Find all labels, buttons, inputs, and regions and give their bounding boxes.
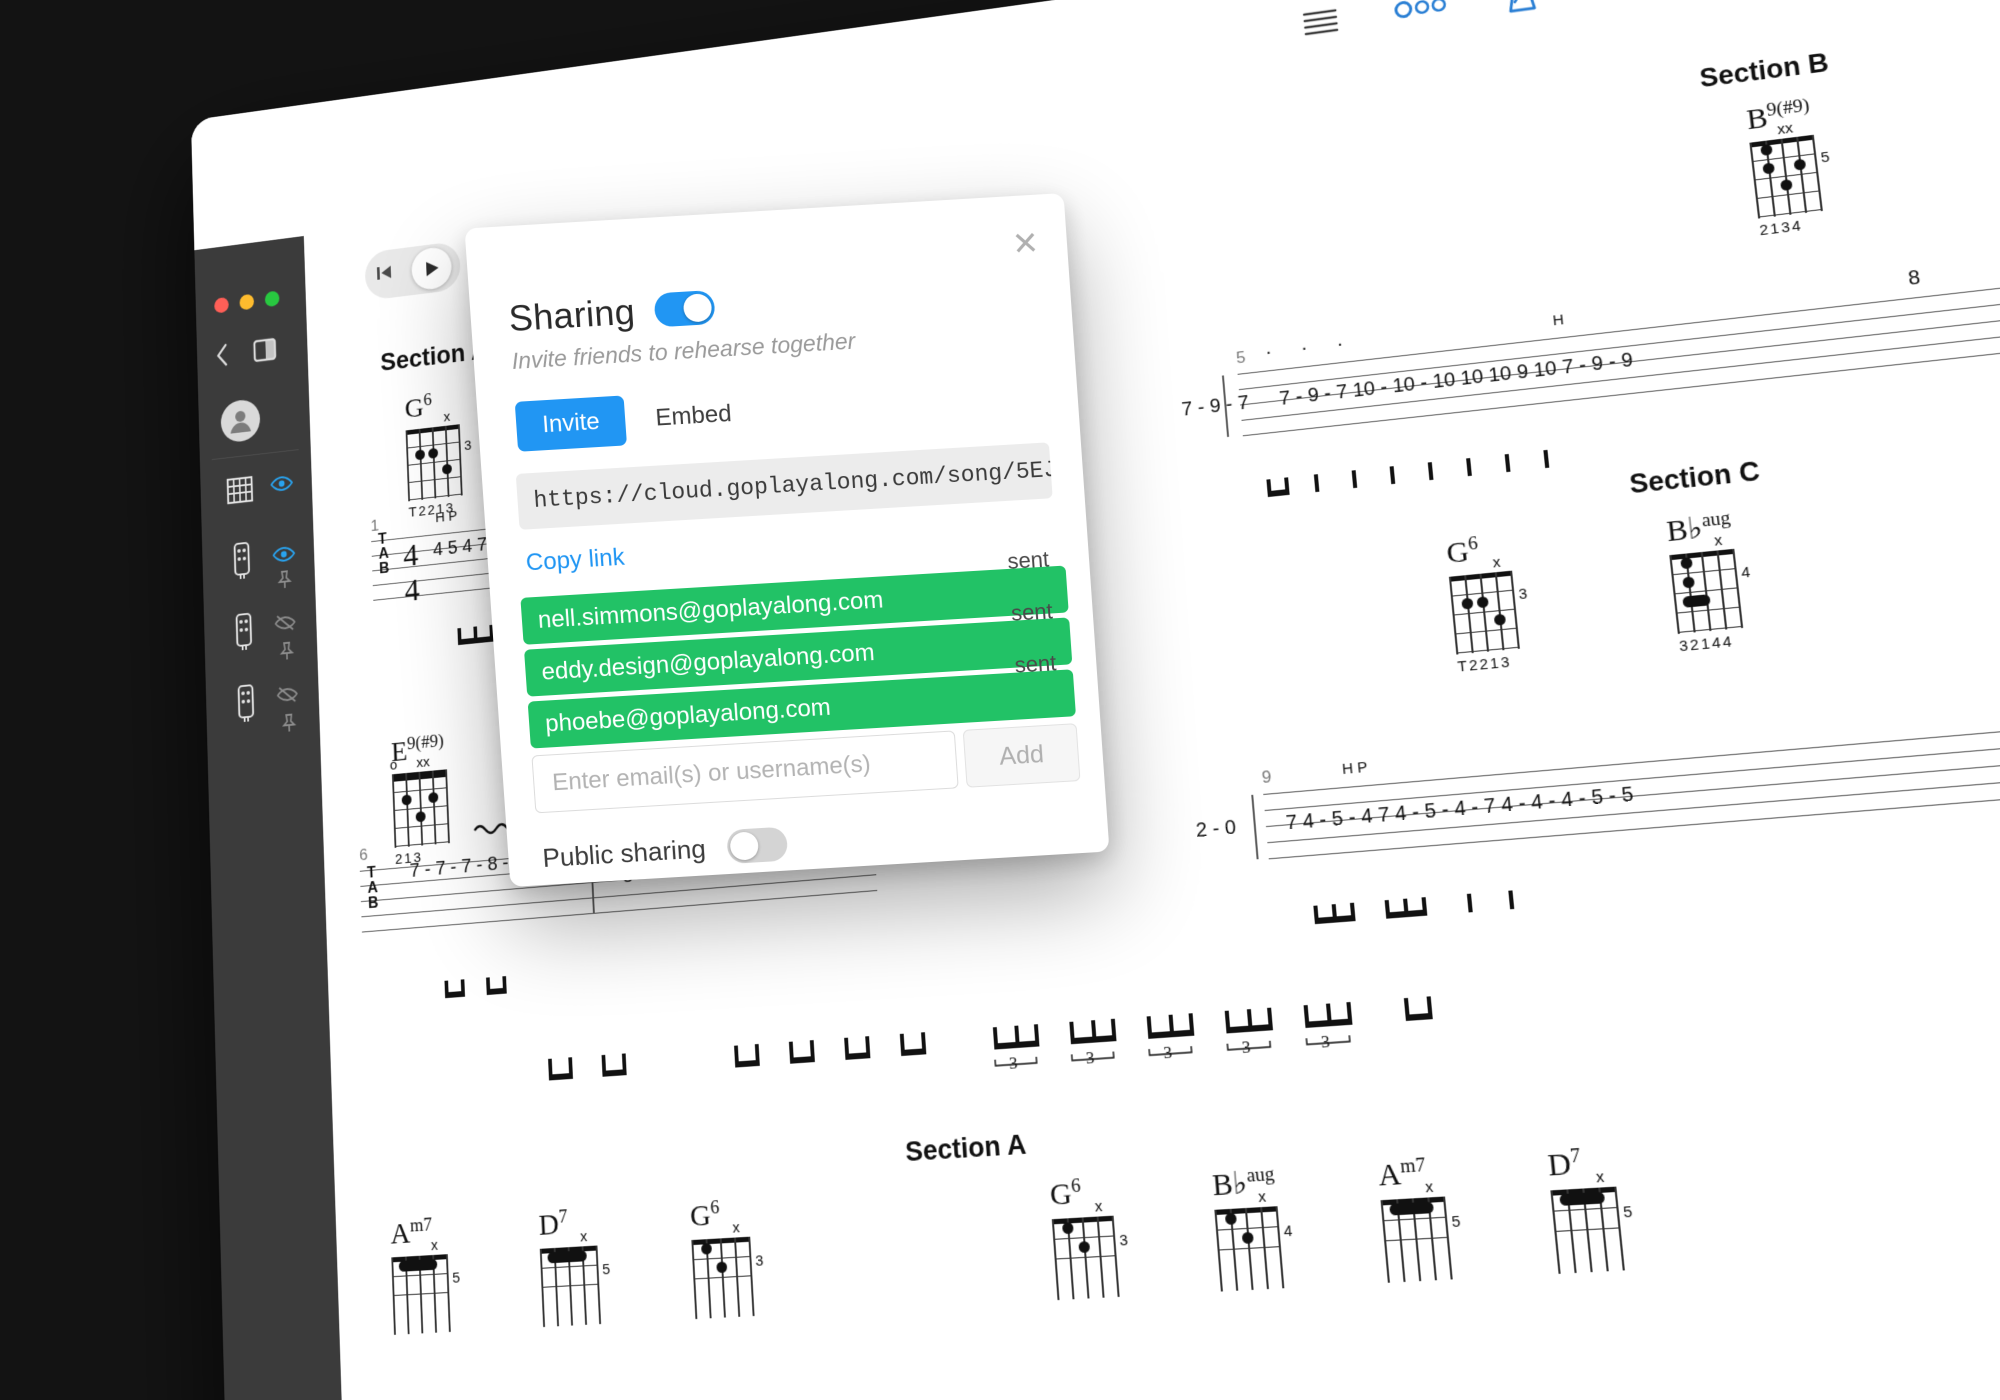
track-visibility-icon[interactable] <box>270 474 293 497</box>
chord-row-sectionc: G6 x 3 T2213 B♭aug x 4 32144 <box>1445 507 1752 676</box>
triplet-label: 3 <box>1008 1053 1018 1073</box>
chord-diagram: G6 x 3 T2213 <box>1445 533 1529 676</box>
chord-diagram: Am7 x5 <box>390 1214 460 1335</box>
chord-diagram: B♭aug x4 <box>1211 1163 1293 1292</box>
screenshot-root: =100% <box>0 0 2000 1400</box>
svg-text:3: 3 <box>1241 1037 1251 1058</box>
track-hidden-icon[interactable] <box>277 684 299 709</box>
track-pin-icon[interactable] <box>279 712 299 739</box>
public-sharing-row: Public sharing <box>541 826 789 875</box>
section-b-label: Section B <box>1698 47 1831 94</box>
dialog-title: Sharing <box>507 290 637 340</box>
svg-text:3: 3 <box>1085 1047 1095 1067</box>
chord-diagram: Am7 x5 <box>1377 1153 1461 1283</box>
rewind-to-start-icon[interactable] <box>374 261 394 287</box>
guitar-head-icon <box>224 537 260 587</box>
invitee-email: eddy.design@goplayalong.com <box>540 638 876 686</box>
sidebar-panel-icon[interactable] <box>253 336 278 368</box>
sidebar-item-track-3[interactable] <box>205 662 320 745</box>
guitar-head-icon <box>226 608 262 658</box>
sharing-dialog: ✕ Sharing Invite friends to rehearse tog… <box>464 193 1110 887</box>
track-pin-icon[interactable] <box>277 640 297 667</box>
staff-lines-icon[interactable] <box>1300 4 1341 37</box>
invitee-list: sent nell.simmons@goplayalong.com sent e… <box>520 547 1076 754</box>
track-dots-icon[interactable] <box>1394 0 1449 21</box>
chord-diagram: D7 x5 <box>538 1205 611 1328</box>
dialog-tabs: Invite Embed <box>514 389 738 452</box>
sidebar-item-chord-grid[interactable] <box>200 449 313 532</box>
chord-diagram: G6 x3 <box>1049 1173 1129 1301</box>
email-input-placeholder: Enter email(s) or username(s) <box>551 750 872 797</box>
dialog-header: Sharing <box>507 286 716 340</box>
minimize-window-button[interactable] <box>239 293 255 311</box>
metronome-icon[interactable] <box>1501 0 1541 15</box>
chord-row-bottom: Am7 x5 D7 x5 G6 x3 G6 x3 B♭aug x4 Am7 x … <box>390 1143 1633 1335</box>
chord-diagram-sectionb: B9(#9) xx 5 2134 <box>1744 95 1831 240</box>
tab-invite[interactable]: Invite <box>514 395 628 452</box>
perspective-scene: =100% <box>0 0 2000 1400</box>
rhythm-beams-2 <box>444 946 722 1019</box>
chord-diagram: E9(#9) o xx 213 <box>390 731 451 868</box>
invitee-email: nell.simmons@goplayalong.com <box>537 585 885 634</box>
copy-link-button[interactable]: Copy link <box>525 544 626 578</box>
sidebar-track-list <box>198 378 320 745</box>
maximize-window-button[interactable] <box>264 290 280 308</box>
guitar-head-icon <box>228 680 264 730</box>
sidebar-nav <box>214 335 278 374</box>
user-avatar-icon <box>220 397 261 444</box>
track-hidden-icon[interactable] <box>274 613 295 638</box>
sidebar-item-avatar[interactable] <box>198 378 311 461</box>
section-a2-label: Section A <box>904 1129 1028 1168</box>
chord-diagram: D7 x5 <box>1546 1143 1633 1274</box>
invitee-email: phoebe@goplayalong.com <box>544 693 832 738</box>
tab-embed[interactable]: Embed <box>650 389 737 444</box>
svg-text:3: 3 <box>1163 1042 1173 1063</box>
public-sharing-label: Public sharing <box>541 832 707 873</box>
track-pin-icon[interactable] <box>275 569 295 596</box>
chord-diagram: G6 x3 <box>689 1195 764 1320</box>
invitee-status: sent <box>1013 650 1058 678</box>
chord-grid-icon <box>222 470 257 514</box>
add-button[interactable]: Add <box>962 723 1081 788</box>
rhythm-beams-4 <box>1312 845 1907 945</box>
close-icon[interactable]: ✕ <box>1011 225 1040 263</box>
invitee-status: sent <box>1010 598 1054 626</box>
share-url-field[interactable]: https://cloud.goplayalong.com/song/5EJkt… <box>515 442 1053 530</box>
chevron-left-icon[interactable] <box>214 341 232 374</box>
track-visibility-icon[interactable] <box>272 545 295 568</box>
window-traffic-lights <box>214 290 280 314</box>
svg-text:3: 3 <box>1320 1031 1330 1052</box>
sharing-toggle[interactable] <box>653 289 716 328</box>
sidebar-item-track-1[interactable] <box>202 519 316 602</box>
chord-diagram: G6 x 3 T2213 <box>404 390 472 521</box>
invitee-status: sent <box>1006 546 1050 574</box>
play-icon[interactable] <box>410 245 452 292</box>
close-window-button[interactable] <box>214 296 229 314</box>
public-sharing-toggle[interactable] <box>726 826 789 865</box>
sidebar-item-track-2[interactable] <box>204 590 318 673</box>
share-url-text: https://cloud.goplayalong.com/song/5EJkt… <box>532 448 1053 514</box>
playback-buttons <box>364 240 462 301</box>
chord-diagram: B♭aug x 4 32144 <box>1664 507 1752 656</box>
